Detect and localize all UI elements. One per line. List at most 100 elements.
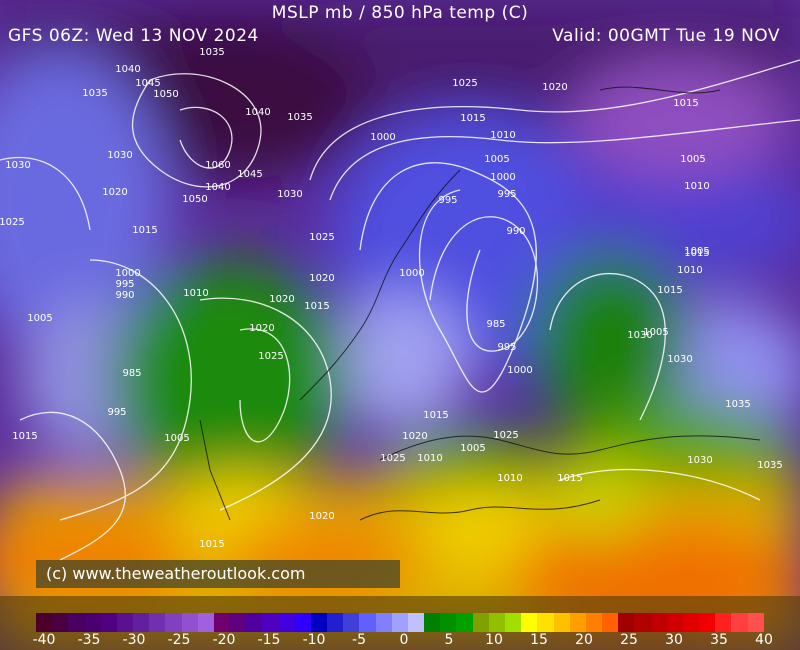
isobar-label: 1015 [657,285,682,296]
isobar-label: 1040 [115,64,140,75]
isobar-label: 1000 [399,268,424,279]
colorbar-segment [197,613,214,632]
colorbar-segment [116,613,134,632]
isobar-label: 1015 [557,473,582,484]
isobar-label: 1050 [153,89,178,100]
isobar-label: 1015 [12,431,37,442]
colorbar-segment [262,613,279,632]
isobar-label: 1000 [507,365,532,376]
isobar-label: 1035 [725,399,750,410]
isobar-label: 990 [506,226,525,237]
colorbar-segment [165,613,182,632]
isobar-label: 1005 [684,246,709,257]
isobar-label: 1000 [490,172,515,183]
colorbar-tick-label: 0 [399,632,409,648]
isobar-label: 1000 [370,132,395,143]
colorbar-segment [585,613,603,632]
colorbar-segment [294,613,311,632]
colorbar-segment [424,613,441,632]
model-run-label: GFS 06Z: Wed 13 NOV 2024 [8,26,259,46]
isobar-label: 985 [122,368,141,379]
colorbar-tick-label: -5 [352,632,366,648]
colorbar-tick-label: 10 [485,632,503,648]
isobar-label: 1030 [5,160,30,171]
isobar-label: 1030 [107,150,132,161]
colorbar-tick-label: 40 [755,632,773,648]
colorbar-segment [618,613,635,632]
colorbar-segment [537,613,554,632]
isobar-label: 1010 [677,265,702,276]
isobar-label: 995 [438,195,457,206]
isobar-label: 1015 [460,113,485,124]
colorbar-segment [553,613,570,632]
colorbar-segment [310,613,328,632]
isobar-label: 1035 [199,47,224,58]
valid-time-label: Valid: 00GMT Tue 19 NOV [552,26,780,46]
isobar-label: 1020 [249,323,274,334]
isobar-label: 1020 [309,273,334,284]
colorbar-tick-label: -20 [212,632,236,648]
isobar-label: 1045 [237,169,262,180]
isobar-label: 1005 [164,433,189,444]
isobar-label: 1035 [287,112,312,123]
colorbar-tick-label: -15 [257,632,281,648]
isobar-label: 1005 [680,154,705,165]
colorbar-tick-label: -30 [122,632,146,648]
isobar-label: 1015 [304,301,329,312]
colorbar-segment [149,613,166,632]
colorbar-segment [246,613,263,632]
isobar-label: 1010 [183,288,208,299]
colorbar-segment [504,613,522,632]
isobar-label: 1025 [380,453,405,464]
isobar-label: 1020 [542,82,567,93]
colorbar-segment [456,613,473,632]
isobar-label: 995 [115,279,134,290]
colorbar-segment [391,613,408,632]
colorbar-tick-label: -35 [77,632,101,648]
isobar-label: 1010 [490,130,515,141]
colorbar-segment [181,613,198,632]
isobar-label: 1060 [205,160,230,171]
colorbar-tick-label: -40 [32,632,56,648]
colorbar-segment [440,613,457,632]
colorbar-segment [747,613,764,632]
isobar-label: 995 [497,342,516,353]
colorbar-tick-label: 15 [530,632,548,648]
isobar-label: 1025 [309,232,334,243]
isobar-label: 1025 [258,351,283,362]
isobar-label: 1025 [452,78,477,89]
isobar-label: 1000 [115,268,140,279]
isobar-label: 1030 [667,354,692,365]
temperature-colorbar [36,613,764,632]
isobar-label: 1005 [484,154,509,165]
isobar-label: 1015 [132,225,157,236]
weather-map-image: 1035 1040 1045 1050 1035 1030 1030 1025 1020 1015… [0,0,800,650]
isobar-label: 990 [115,290,134,301]
colorbar-tick-label: -10 [302,632,326,648]
colorbar-segment [715,613,732,632]
isobar-label: 1025 [0,217,25,228]
colorbar-segment [68,613,85,632]
map-title: MSLP mb / 850 hPa temp (C) [271,3,529,23]
isobar-label: 1035 [82,88,107,99]
isobar-label: 1010 [497,473,522,484]
isobar-label: 995 [107,407,126,418]
isobar-label: 1040 [245,107,270,118]
isobar-label: 1035 [757,460,782,471]
isobar-label: 1030 [277,189,302,200]
colorbar-segment [36,613,53,632]
colorbar-segment [472,613,489,632]
isobar-label: 1030 [627,330,652,341]
isobar-label: 1020 [269,294,294,305]
colorbar-segment [343,613,360,632]
credit-watermark: (c) www.theweatheroutlook.com [36,560,400,588]
colorbar-segment [650,613,667,632]
isobar-label: 1020 [402,431,427,442]
colorbar-tick-label: 20 [575,632,593,648]
colorbar-segment [52,613,69,632]
colorbar-segment [407,613,425,632]
colorbar-segment [375,613,392,632]
isobar-label: 1040 [205,182,230,193]
mslp-temperature-map: 1035104010451050103510301030102510201015… [0,0,800,650]
colorbar-segment [488,613,505,632]
